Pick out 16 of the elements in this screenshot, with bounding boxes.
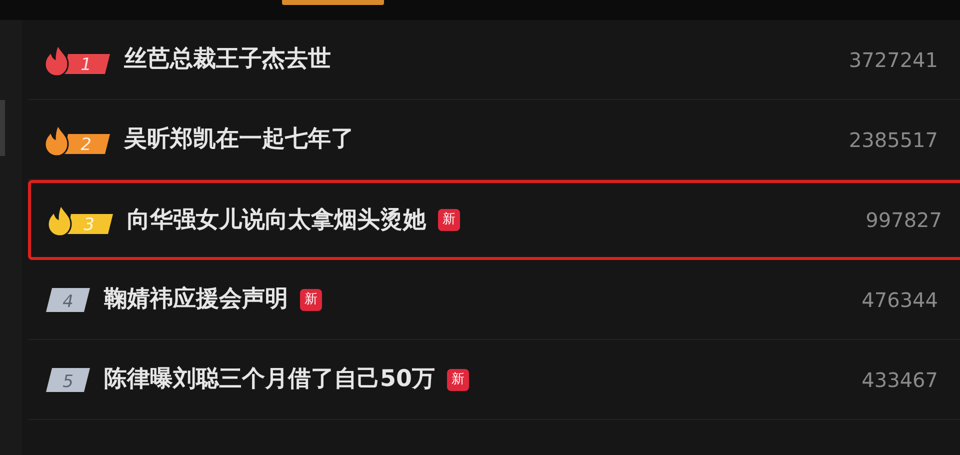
topic-title[interactable]: 向华强女儿说向太拿烟头烫她 xyxy=(127,202,426,238)
heat-count: 2385517 xyxy=(848,126,938,154)
topic-title[interactable]: 陈律曝刘聪三个月借了自己50万 xyxy=(104,362,436,397)
rank-icon: 5 xyxy=(46,366,90,392)
heat-count: 3727241 xyxy=(848,46,938,74)
new-tag: 新 xyxy=(438,209,460,231)
heat-count: 476344 xyxy=(862,286,938,314)
new-tag: 新 xyxy=(300,288,322,310)
rank-icon: 4 xyxy=(46,286,90,312)
new-tag: 新 xyxy=(447,368,470,390)
topic-title[interactable]: 鞠婧祎应援会声明 xyxy=(104,282,288,317)
topic-title[interactable]: 丝芭总裁王子杰去世 xyxy=(124,42,331,77)
heat-count: 997827 xyxy=(866,207,942,234)
scroll-indicator xyxy=(0,100,5,156)
heat-count: 433467 xyxy=(862,366,938,394)
topic-title[interactable]: 吴昕郑凯在一起七年了 xyxy=(124,122,354,157)
